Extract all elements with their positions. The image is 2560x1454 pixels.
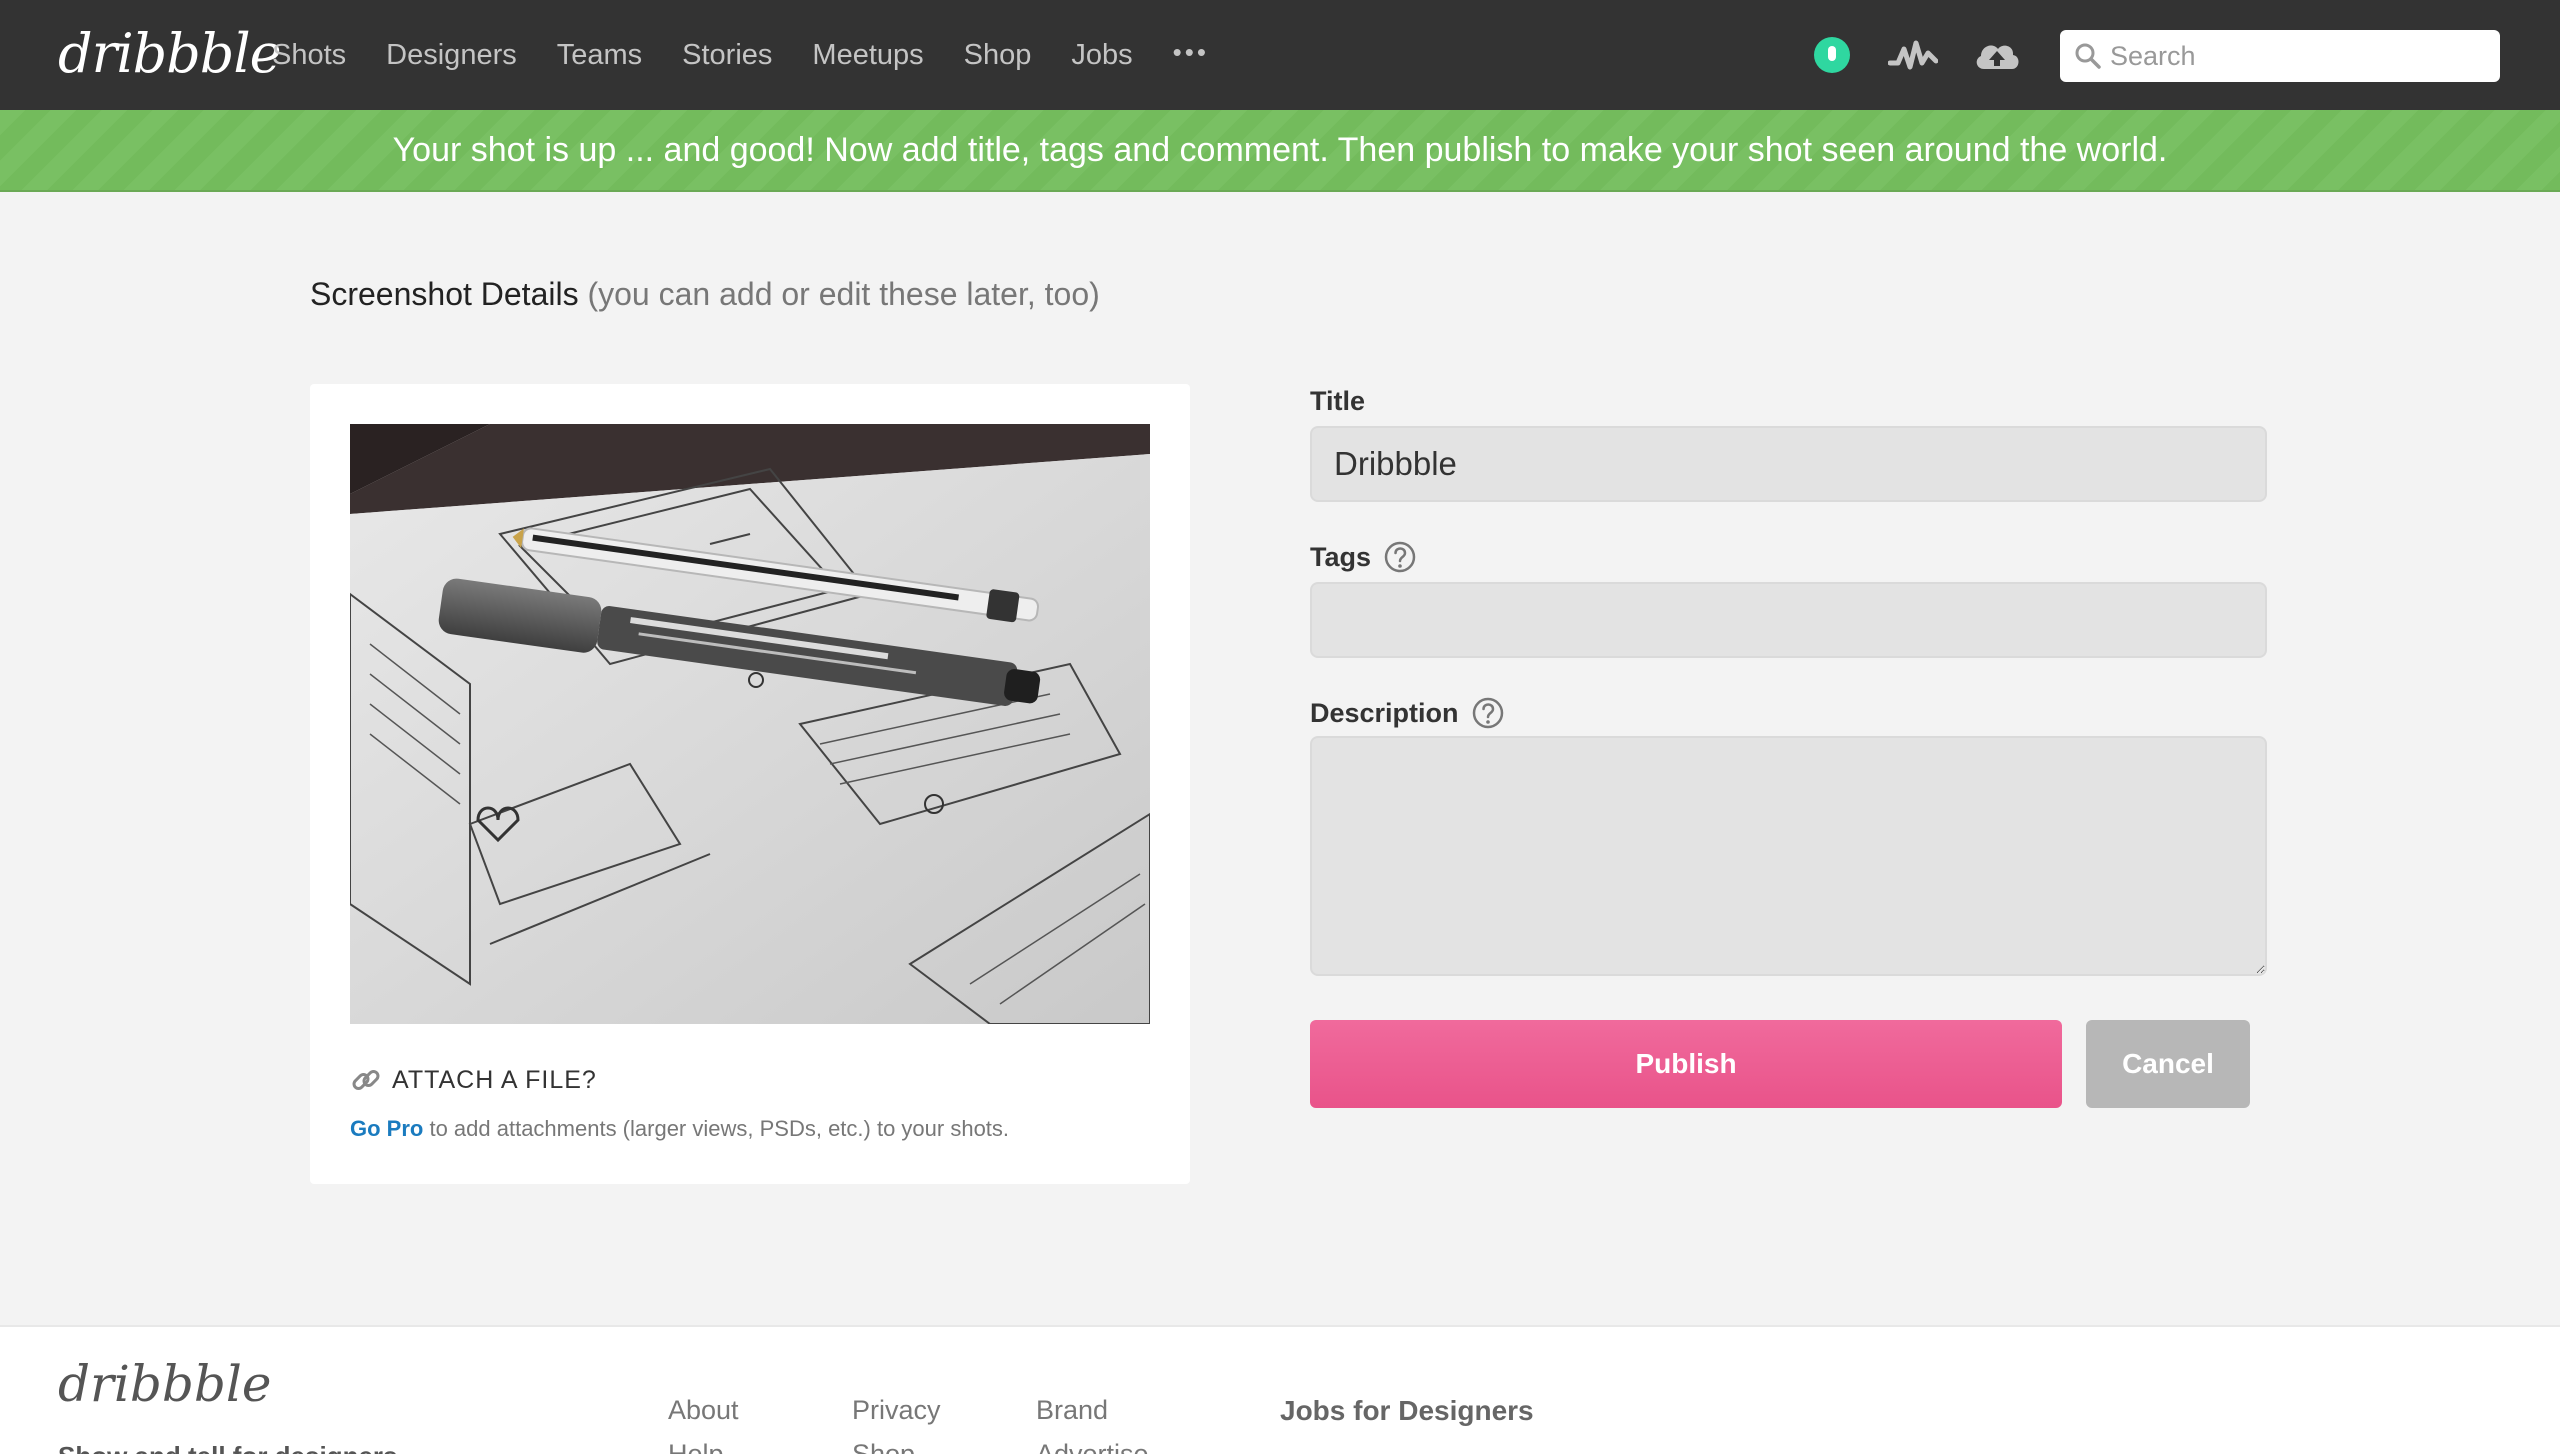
footer-logo[interactable]: dribbble xyxy=(58,1355,272,1413)
go-pro-text: to add attachments (larger views, PSDs, … xyxy=(423,1116,1010,1141)
activity-icon[interactable] xyxy=(1887,33,1939,77)
search-box[interactable] xyxy=(2060,30,2500,82)
nav-shop[interactable]: Shop xyxy=(964,39,1032,72)
main-nav: Shots Designers Teams Stories Meetups Sh… xyxy=(272,0,1209,110)
go-pro-link[interactable]: Go Pro xyxy=(350,1116,423,1141)
publish-button[interactable]: Publish xyxy=(1310,1020,2062,1108)
tags-input[interactable] xyxy=(1310,582,2267,658)
top-navigation: dribbble Shots Designers Teams Stories M… xyxy=(0,0,2560,110)
description-help-icon[interactable] xyxy=(1471,696,1505,730)
title-input[interactable] xyxy=(1310,426,2267,502)
nav-jobs[interactable]: Jobs xyxy=(1071,39,1132,72)
footer-link-shop[interactable]: Shop xyxy=(852,1439,915,1454)
footer-link-advertise[interactable]: Advertise xyxy=(1036,1439,1149,1454)
nav-meetups[interactable]: Meetups xyxy=(812,39,923,72)
nav-designers[interactable]: Designers xyxy=(386,39,517,72)
status-dot-icon[interactable] xyxy=(1810,33,1854,77)
tags-label-row: Tags xyxy=(1310,540,1417,574)
footer-tagline: Show and tell for designers xyxy=(58,1441,398,1454)
attach-file-link[interactable]: ATTACH A FILE? xyxy=(350,1064,597,1096)
tags-label: Tags xyxy=(1310,541,1372,572)
more-dots-icon[interactable]: ••• xyxy=(1173,37,1209,68)
nav-shots[interactable]: Shots xyxy=(272,39,346,72)
footer-link-privacy[interactable]: Privacy xyxy=(852,1395,941,1426)
page-subheading: (you can add or edit these later, too) xyxy=(587,276,1100,312)
page-heading: Screenshot Details xyxy=(310,276,579,312)
nav-teams[interactable]: Teams xyxy=(557,39,642,72)
footer-link-about[interactable]: About xyxy=(668,1395,739,1426)
search-input[interactable] xyxy=(2110,38,2490,74)
success-banner: Your shot is up ... and good! Now add ti… xyxy=(0,110,2560,192)
description-textarea[interactable] xyxy=(1310,736,2267,976)
banner-message: Your shot is up ... and good! Now add ti… xyxy=(392,130,2168,169)
shot-preview-image xyxy=(350,424,1150,1024)
search-icon xyxy=(2075,43,2101,69)
dribbble-logo[interactable]: dribbble xyxy=(58,22,282,85)
footer-link-brand[interactable]: Brand xyxy=(1036,1395,1108,1426)
title-label: Title xyxy=(1310,386,1366,416)
tags-help-icon[interactable] xyxy=(1383,540,1417,574)
link-icon xyxy=(352,1070,380,1090)
footer: dribbble Show and tell for designers Abo… xyxy=(0,1325,2560,1454)
upload-cloud-icon[interactable] xyxy=(1972,33,2022,77)
description-label: Description xyxy=(1310,697,1459,728)
shot-preview-card: ATTACH A FILE? Go Pro to add attachments… xyxy=(310,384,1190,1184)
page-title: Screenshot Details (you can add or edit … xyxy=(310,276,1100,313)
nav-stories[interactable]: Stories xyxy=(682,39,772,72)
description-label-row: Description xyxy=(1310,696,1505,730)
footer-jobs-heading[interactable]: Jobs for Designers xyxy=(1280,1395,1534,1427)
attach-file-label: ATTACH A FILE? xyxy=(392,1065,597,1094)
cancel-button[interactable]: Cancel xyxy=(2086,1020,2250,1108)
footer-link-help[interactable]: Help xyxy=(668,1439,724,1454)
go-pro-note: Go Pro to add attachments (larger views,… xyxy=(350,1116,1009,1142)
